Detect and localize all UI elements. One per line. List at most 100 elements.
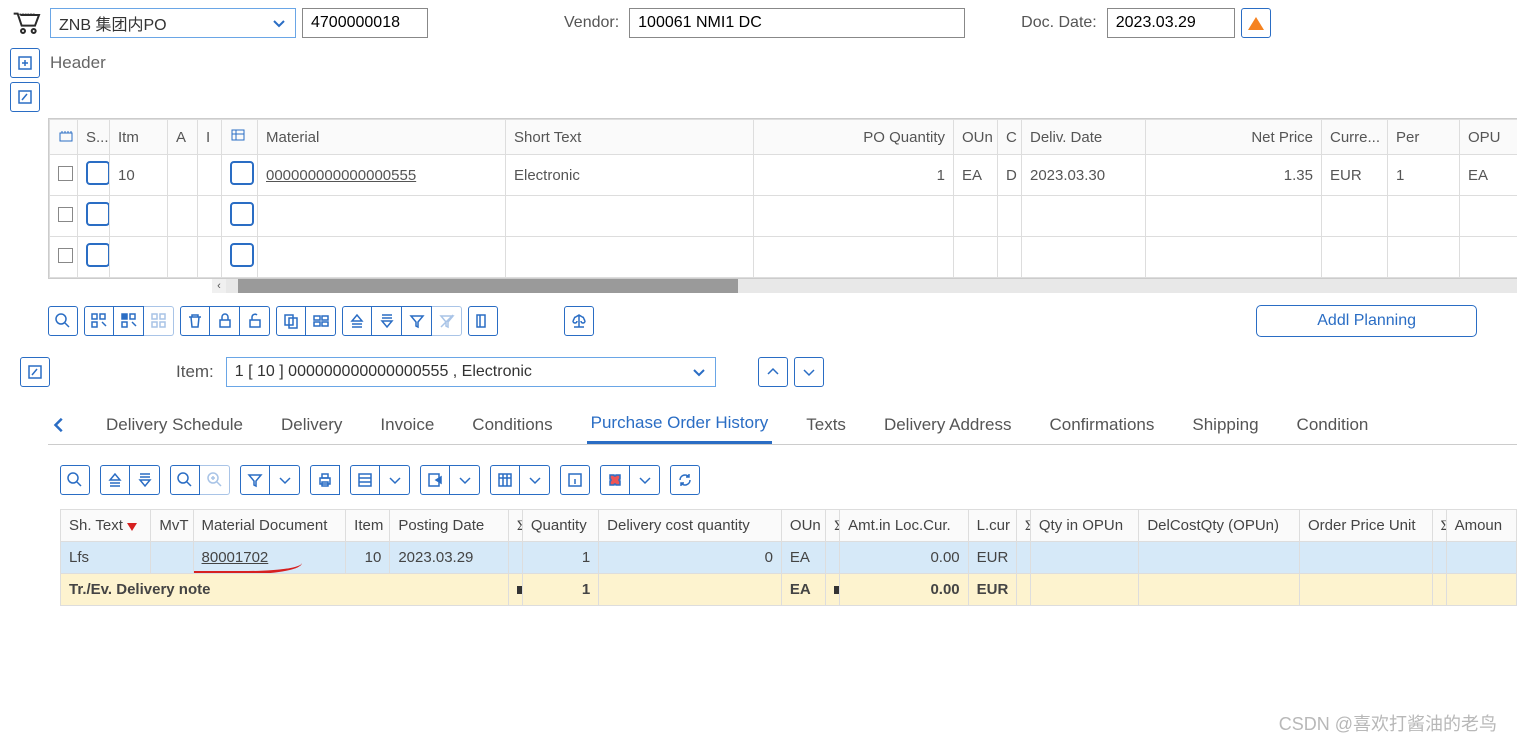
puzzle-button[interactable] <box>600 465 630 495</box>
layout-menu-button[interactable] <box>520 465 550 495</box>
list-button[interactable] <box>350 465 380 495</box>
copy-button[interactable] <box>276 306 306 336</box>
col-sh-text[interactable]: Sh. Text <box>61 510 151 542</box>
col-delcost[interactable]: DelCostQty (OPUn) <box>1139 510 1300 542</box>
col-deliv[interactable]: Deliv. Date <box>1022 120 1146 155</box>
row-checkbox[interactable] <box>58 166 73 181</box>
list-menu-button[interactable] <box>380 465 410 495</box>
col-per[interactable]: Per <box>1388 120 1460 155</box>
row-mat-status-box[interactable] <box>230 202 254 226</box>
col-material[interactable]: Material <box>258 120 506 155</box>
col-sigma-qty[interactable]: Σ <box>508 510 522 542</box>
details-button[interactable] <box>48 306 78 336</box>
delete-button[interactable] <box>180 306 210 336</box>
next-item-button[interactable] <box>794 357 824 387</box>
deselect-all-button[interactable] <box>114 306 144 336</box>
hist-details-button[interactable] <box>60 465 90 495</box>
sort-desc-button[interactable] <box>372 306 402 336</box>
col-opu[interactable]: OPU <box>1460 120 1517 155</box>
col-a[interactable]: A <box>168 120 198 155</box>
material-link[interactable]: 000000000000000555 <box>266 167 416 184</box>
sort-asc-button[interactable] <box>100 465 130 495</box>
balance-button[interactable] <box>564 306 594 336</box>
print-button[interactable] <box>310 465 340 495</box>
filter-button[interactable] <box>402 306 432 336</box>
lock-button[interactable] <box>210 306 240 336</box>
tab-delivery[interactable]: Delivery <box>277 407 346 443</box>
tab-delivery-schedule[interactable]: Delivery Schedule <box>102 407 247 443</box>
row-status-box[interactable] <box>86 202 110 226</box>
col-status[interactable]: S... <box>78 120 110 155</box>
row-mat-status-box[interactable] <box>230 243 254 267</box>
col-i[interactable]: I <box>198 120 222 155</box>
col-opunit[interactable]: Order Price Unit <box>1299 510 1432 542</box>
row-status-box[interactable] <box>86 243 110 267</box>
col-amount[interactable]: Amoun <box>1446 510 1516 542</box>
col-short-text[interactable]: Short Text <box>506 120 754 155</box>
vendor-input[interactable] <box>629 8 965 38</box>
scroll-track[interactable] <box>226 279 1517 293</box>
col-amt[interactable]: Amt.in Loc.Cur. <box>840 510 969 542</box>
col-sigma-qopun[interactable]: Σ <box>1016 510 1030 542</box>
col-item[interactable]: Item <box>346 510 390 542</box>
tab-texts[interactable]: Texts <box>802 407 850 443</box>
filter-menu-button[interactable] <box>270 465 300 495</box>
puzzle-menu-button[interactable] <box>630 465 660 495</box>
col-po-qty[interactable]: PO Quantity <box>754 120 954 155</box>
scroll-thumb[interactable] <box>238 279 738 293</box>
find-button[interactable] <box>170 465 200 495</box>
tab-confirmations[interactable]: Confirmations <box>1046 407 1159 443</box>
prev-item-button[interactable] <box>758 357 788 387</box>
col-qty[interactable]: Quantity <box>522 510 598 542</box>
tabs-scroll-left-icon[interactable] <box>48 415 68 435</box>
export-button[interactable] <box>420 465 450 495</box>
refresh-button[interactable] <box>670 465 700 495</box>
col-posting[interactable]: Posting Date <box>390 510 508 542</box>
po-number-input[interactable] <box>302 8 428 38</box>
row-mat-status-box[interactable] <box>230 161 254 185</box>
row-checkbox[interactable] <box>58 248 73 263</box>
table-row[interactable] <box>50 237 1517 278</box>
select-all-button[interactable] <box>84 306 114 336</box>
tab-conditions[interactable]: Conditions <box>468 407 556 443</box>
col-material-status[interactable] <box>222 120 258 155</box>
col-config-header[interactable] <box>50 120 78 155</box>
col-oun[interactable]: OUn <box>781 510 825 542</box>
col-mvt[interactable]: MvT <box>151 510 193 542</box>
collapse-header-button[interactable] <box>10 82 40 112</box>
layout-button[interactable] <box>490 465 520 495</box>
col-lcur[interactable]: L.cur <box>968 510 1016 542</box>
info-button[interactable] <box>560 465 590 495</box>
collapse-item-detail-button[interactable] <box>20 357 50 387</box>
col-c[interactable]: C <box>998 120 1022 155</box>
col-sigma-amount[interactable]: Σ <box>1432 510 1446 542</box>
col-qopun[interactable]: Qty in OPUn <box>1030 510 1138 542</box>
order-type-dropdown[interactable]: ZNB 集团内PO <box>50 8 296 38</box>
doc-date-alert-button[interactable] <box>1241 8 1271 38</box>
export-menu-button[interactable] <box>450 465 480 495</box>
expand-header-button[interactable] <box>10 48 40 78</box>
unlock-button[interactable] <box>240 306 270 336</box>
table-row[interactable]: 10 000000000000000555 Electronic 1 EA D … <box>50 155 1517 196</box>
addl-planning-button[interactable]: Addl Planning <box>1256 305 1477 337</box>
tab-condition-control[interactable]: Condition <box>1293 407 1373 443</box>
table-row[interactable] <box>50 196 1517 237</box>
sort-desc-button[interactable] <box>130 465 160 495</box>
layout-button[interactable] <box>468 306 498 336</box>
tab-delivery-address[interactable]: Delivery Address <box>880 407 1016 443</box>
col-sigma-amt[interactable]: Σ <box>826 510 840 542</box>
item-dropdown[interactable]: 1 [ 10 ] 000000000000000555 , Electronic <box>226 357 716 387</box>
col-itm[interactable]: Itm <box>110 120 168 155</box>
col-curr[interactable]: Curre... <box>1322 120 1388 155</box>
row-status-box[interactable] <box>86 161 110 185</box>
tab-invoice[interactable]: Invoice <box>376 407 438 443</box>
hscroll[interactable]: ‹ <box>48 279 1517 293</box>
hist-row[interactable]: Lfs 80001702 10 2023.03.29 1 0 EA 0.00 E… <box>61 542 1517 574</box>
scroll-left-icon[interactable]: ‹ <box>212 279 226 293</box>
col-dcq[interactable]: Delivery cost quantity <box>599 510 782 542</box>
tab-shipping[interactable]: Shipping <box>1188 407 1262 443</box>
row-checkbox[interactable] <box>58 207 73 222</box>
grid2-button[interactable] <box>306 306 336 336</box>
col-oun[interactable]: OUn <box>954 120 998 155</box>
tab-po-history[interactable]: Purchase Order History <box>587 405 773 444</box>
